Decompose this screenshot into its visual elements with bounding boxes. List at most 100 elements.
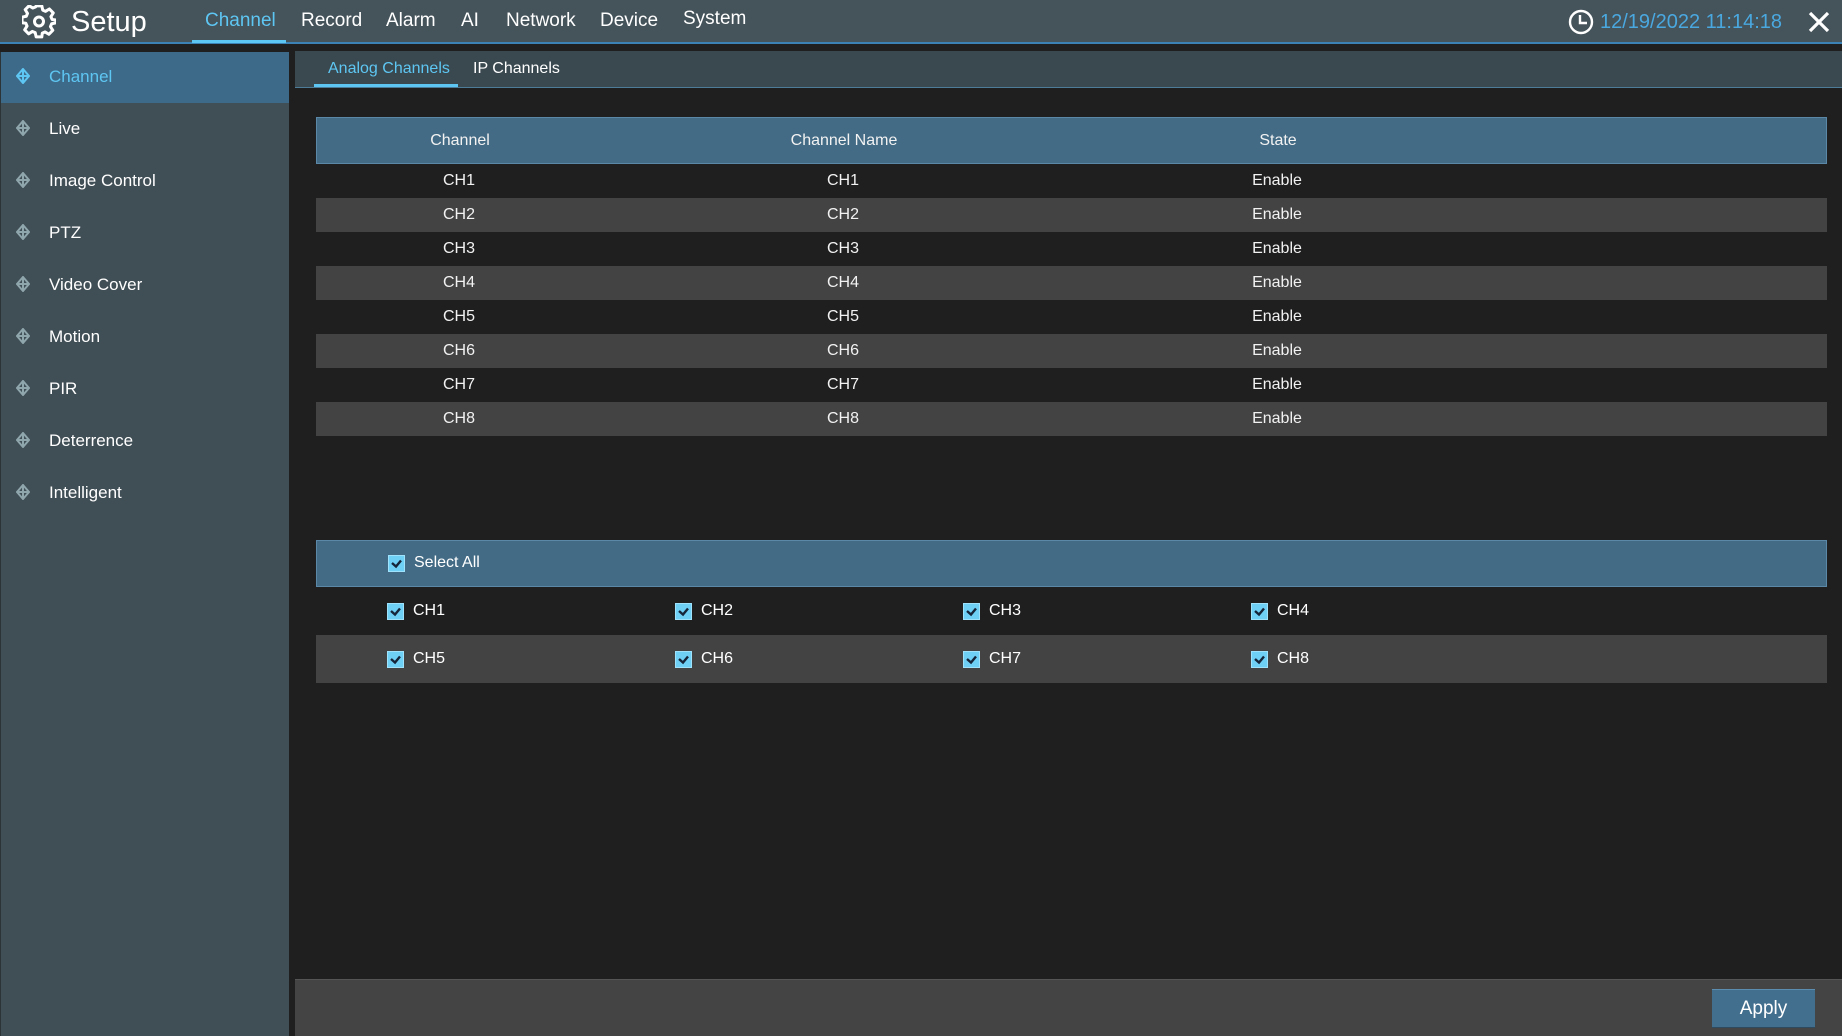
- table-row[interactable]: CH8 CH8 Enable: [316, 402, 1827, 436]
- sidebar-item-intelligent[interactable]: Intelligent: [1, 468, 289, 519]
- sidebar-item-motion[interactable]: Motion: [1, 312, 289, 363]
- sidebar-item-video-cover[interactable]: Video Cover: [1, 260, 289, 311]
- table-row[interactable]: CH1 CH1 Enable: [316, 164, 1827, 198]
- sidebar-item-label: Intelligent: [49, 483, 122, 502]
- channel-checkbox-row: CH5 CH6 CH7 CH8: [316, 635, 1827, 683]
- cell-channel: CH3: [442, 240, 476, 257]
- channel-table: Channel Channel Name State CH1 CH1 Enabl…: [316, 117, 1827, 436]
- cell-channel-name: CH7: [826, 376, 860, 393]
- nav-tab-record[interactable]: Record: [301, 9, 362, 33]
- subtab-bar: Analog Channels IP Channels: [295, 51, 1842, 88]
- checkmark-icon: [390, 655, 401, 665]
- channel-checkbox-ch7[interactable]: [963, 651, 980, 668]
- channel-checkbox-ch3[interactable]: [963, 603, 980, 620]
- column-header-channel-name: Channel Name: [790, 132, 898, 149]
- apply-button[interactable]: Apply: [1712, 989, 1815, 1028]
- table-row[interactable]: CH6 CH6 Enable: [316, 334, 1827, 368]
- channel-checkbox-ch2[interactable]: [675, 603, 692, 620]
- sidebar-item-label: Live: [49, 119, 81, 138]
- nav-active-indicator: [192, 40, 286, 43]
- sidebar-item-live[interactable]: Live: [1, 104, 289, 155]
- table-row[interactable]: CH4 CH4 Enable: [316, 266, 1827, 300]
- table-row[interactable]: CH2 CH2 Enable: [316, 198, 1827, 232]
- diamond-crosshair-icon: [16, 120, 30, 136]
- diamond-crosshair-icon: [16, 484, 30, 500]
- sidebar-item-channel[interactable]: Channel: [1, 52, 289, 103]
- table-header: Channel Channel Name State: [316, 117, 1827, 164]
- checkmark-icon: [391, 559, 402, 569]
- cell-channel-name: CH8: [826, 410, 860, 427]
- diamond-crosshair-icon: [16, 380, 30, 396]
- cell-channel: CH6: [442, 342, 476, 359]
- cell-state: Enable: [1252, 410, 1302, 427]
- channel-checkbox-ch8[interactable]: [1251, 651, 1268, 668]
- sidebar-item-deterrence[interactable]: Deterrence: [1, 416, 289, 467]
- channel-checkbox-label: CH3: [989, 602, 1022, 619]
- select-all-bar: Select All: [316, 540, 1827, 587]
- channel-checkbox-label: CH1: [413, 602, 446, 619]
- cell-channel: CH2: [442, 206, 476, 223]
- nav-tab-ai[interactable]: AI: [461, 9, 479, 33]
- cell-channel: CH7: [442, 376, 476, 393]
- checkmark-icon: [678, 655, 689, 665]
- channel-checkbox-label: CH8: [1277, 650, 1310, 667]
- channel-checkbox-label: CH4: [1277, 602, 1310, 619]
- sidebar-item-image-control[interactable]: Image Control: [1, 156, 289, 207]
- column-header-state: State: [1259, 132, 1297, 149]
- channel-checkbox-ch1[interactable]: [387, 603, 404, 620]
- cell-state: Enable: [1252, 172, 1302, 189]
- checkmark-icon: [1254, 607, 1265, 617]
- diamond-crosshair-icon: [16, 276, 30, 292]
- table-row[interactable]: CH3 CH3 Enable: [316, 232, 1827, 266]
- channel-checkbox-row: CH1 CH2 CH3 CH4: [316, 587, 1827, 635]
- diamond-crosshair-icon: [16, 432, 30, 448]
- top-bar: Setup Channel Record Alarm AI Network De…: [0, 0, 1842, 44]
- sidebar-item-label: Motion: [49, 327, 101, 346]
- datetime-display: 12/19/2022 11:14:18: [1600, 11, 1783, 33]
- nav-tab-channel[interactable]: Channel: [205, 9, 276, 33]
- cell-channel-name: CH5: [826, 308, 860, 325]
- channel-checkbox-ch6[interactable]: [675, 651, 692, 668]
- cell-channel-name: CH6: [826, 342, 860, 359]
- tab-ip-channels[interactable]: IP Channels: [473, 59, 560, 79]
- cell-channel: CH5: [442, 308, 476, 325]
- checkmark-icon: [678, 607, 689, 617]
- channel-checkbox-ch5[interactable]: [387, 651, 404, 668]
- app-title: Setup: [71, 6, 147, 38]
- sidebar-item-pir[interactable]: PIR: [1, 364, 289, 415]
- checkmark-icon: [390, 607, 401, 617]
- sidebar-item-label: PTZ: [49, 223, 82, 242]
- diamond-crosshair-icon: [16, 328, 30, 344]
- select-all-checkbox[interactable]: [388, 555, 405, 572]
- sidebar-item-ptz[interactable]: PTZ: [1, 208, 289, 259]
- sidebar-item-label: Image Control: [49, 171, 156, 190]
- checkmark-icon: [966, 607, 977, 617]
- checkmark-icon: [966, 655, 977, 665]
- sidebar-item-label: Video Cover: [49, 275, 143, 294]
- table-row[interactable]: CH7 CH7 Enable: [316, 368, 1827, 402]
- checkmark-icon: [1254, 655, 1265, 665]
- channel-checkbox-label: CH5: [413, 650, 446, 667]
- sidebar-item-label: PIR: [49, 379, 78, 398]
- cell-state: Enable: [1252, 240, 1302, 257]
- sidebar: Channel Live Image Control PTZ Video Cov…: [0, 52, 289, 1036]
- sidebar-item-label: Channel: [49, 67, 113, 86]
- cell-state: Enable: [1252, 376, 1302, 393]
- cell-state: Enable: [1252, 274, 1302, 291]
- cell-state: Enable: [1252, 308, 1302, 325]
- channel-checkbox-label: CH7: [989, 650, 1022, 667]
- channel-checkbox-ch4[interactable]: [1251, 603, 1268, 620]
- cell-channel-name: CH2: [826, 206, 860, 223]
- footer-bar: Apply: [295, 979, 1842, 1036]
- nav-tab-system[interactable]: System: [683, 7, 746, 31]
- cell-channel: CH4: [442, 274, 476, 291]
- close-icon[interactable]: [1806, 9, 1832, 35]
- cell-channel-name: CH4: [826, 274, 860, 291]
- table-row[interactable]: CH5 CH5 Enable: [316, 300, 1827, 334]
- tab-analog-channels[interactable]: Analog Channels: [328, 59, 450, 79]
- nav-tab-alarm[interactable]: Alarm: [386, 9, 436, 33]
- nav-tab-device[interactable]: Device: [600, 9, 658, 33]
- sidebar-item-label: Deterrence: [49, 431, 134, 450]
- nav-tab-network[interactable]: Network: [506, 9, 576, 33]
- cell-state: Enable: [1252, 342, 1302, 359]
